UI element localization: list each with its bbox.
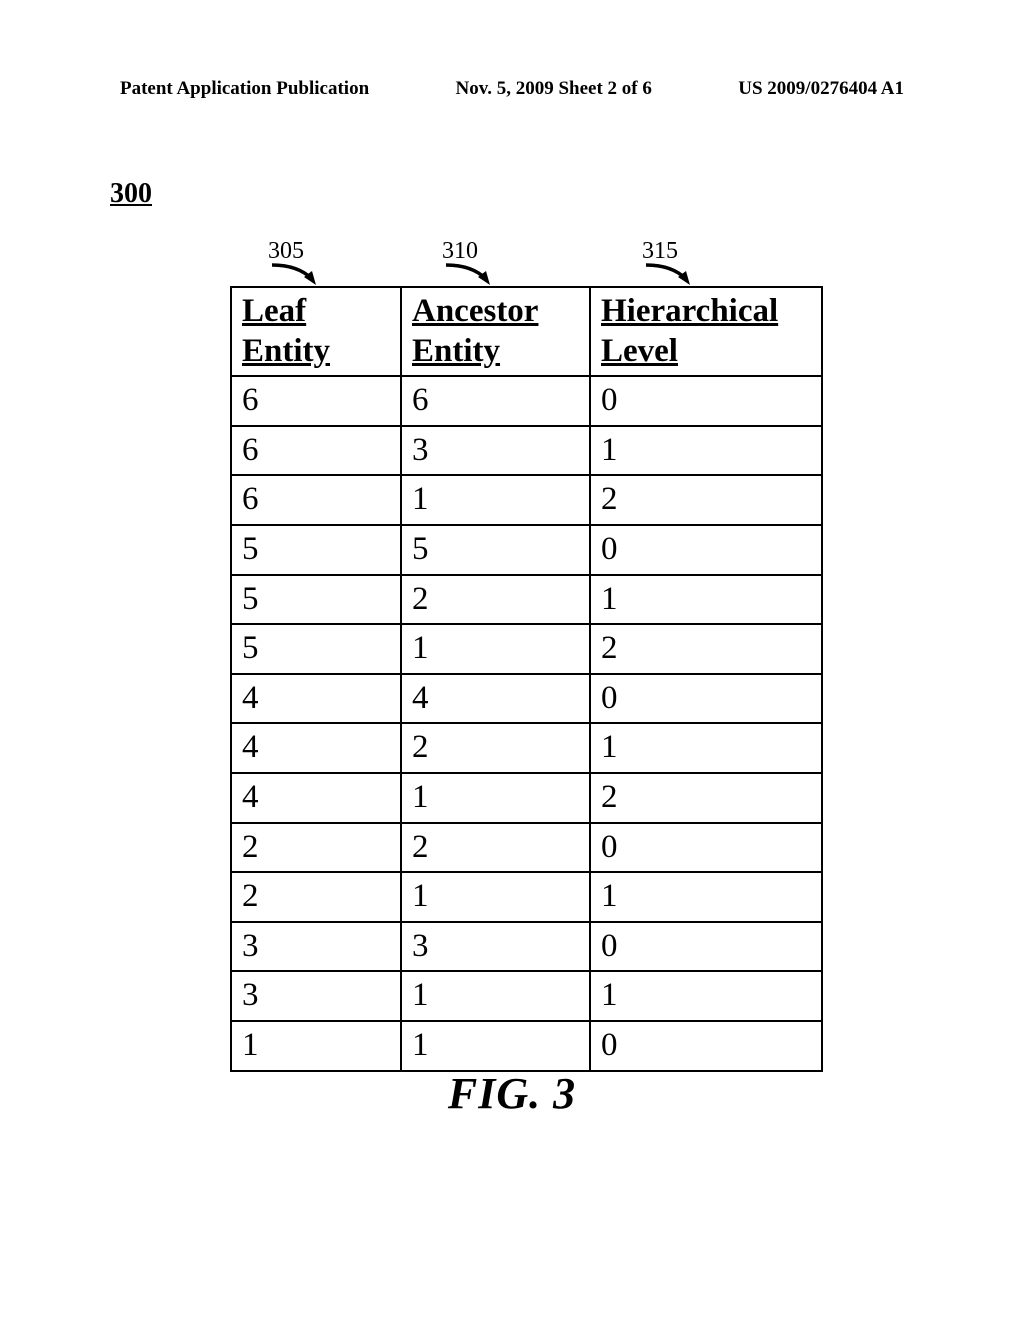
table-cell: 2	[590, 475, 822, 525]
table-row: 512	[231, 624, 822, 674]
table-cell: 3	[231, 922, 401, 972]
table-cell: 4	[231, 674, 401, 724]
header-center: Nov. 5, 2009 Sheet 2 of 6	[456, 78, 652, 100]
table-row: 631	[231, 426, 822, 476]
callout-305-label: 305	[268, 238, 304, 264]
table-row: 550	[231, 525, 822, 575]
table-cell: 3	[401, 426, 590, 476]
table-cell: 1	[590, 426, 822, 476]
table-row: 612	[231, 475, 822, 525]
table-cell: 2	[231, 823, 401, 873]
table-cell: 1	[590, 971, 822, 1021]
table-cell: 0	[590, 1021, 822, 1071]
callout-row: 305 310 315	[230, 238, 794, 286]
table-cell: 1	[590, 872, 822, 922]
table-header-row: Leaf Entity Ancestor Entity Hierarchical…	[231, 287, 822, 376]
table-row: 412	[231, 773, 822, 823]
table-cell: 1	[231, 1021, 401, 1071]
table-row: 211	[231, 872, 822, 922]
table-row: 330	[231, 922, 822, 972]
table-cell: 2	[401, 575, 590, 625]
table-cell: 0	[590, 823, 822, 873]
callout-310-label: 310	[442, 238, 478, 264]
table-cell: 4	[231, 773, 401, 823]
table-cell: 6	[231, 376, 401, 426]
callout-315: 315	[642, 238, 702, 289]
page-header: Patent Application Publication Nov. 5, 2…	[120, 78, 904, 100]
header-left: Patent Application Publication	[120, 78, 369, 100]
table-row: 521	[231, 575, 822, 625]
table-row: 440	[231, 674, 822, 724]
table-cell: 3	[401, 922, 590, 972]
table-cell: 5	[231, 624, 401, 674]
table-cell: 1	[401, 624, 590, 674]
table-cell: 6	[401, 376, 590, 426]
table-cell: 4	[231, 723, 401, 773]
header-right: US 2009/0276404 A1	[738, 78, 904, 100]
table-cell: 0	[590, 376, 822, 426]
figure-caption: FIG. 3	[0, 1068, 1024, 1119]
table-cell: 2	[401, 823, 590, 873]
data-table-wrap: Leaf Entity Ancestor Entity Hierarchical…	[230, 286, 823, 1072]
table-row: 311	[231, 971, 822, 1021]
table-row: 220	[231, 823, 822, 873]
table-cell: 2	[590, 773, 822, 823]
table-cell: 1	[401, 872, 590, 922]
table-cell: 2	[401, 723, 590, 773]
table-cell: 5	[231, 525, 401, 575]
table-cell: 1	[401, 773, 590, 823]
table-cell: 1	[401, 475, 590, 525]
table-cell: 0	[590, 922, 822, 972]
table-cell: 2	[231, 872, 401, 922]
table-cell: 1	[590, 575, 822, 625]
table-cell: 1	[401, 971, 590, 1021]
table-row: 110	[231, 1021, 822, 1071]
header-hierarchical-level: Hierarchical Level	[590, 287, 822, 376]
table-cell: 3	[231, 971, 401, 1021]
table-cell: 0	[590, 525, 822, 575]
table-row: 421	[231, 723, 822, 773]
table-cell: 5	[231, 575, 401, 625]
header-ancestor-entity: Ancestor Entity	[401, 287, 590, 376]
table-cell: 2	[590, 624, 822, 674]
table-cell: 1	[590, 723, 822, 773]
callout-305: 305	[268, 238, 328, 289]
table-cell: 6	[231, 426, 401, 476]
table-cell: 1	[401, 1021, 590, 1071]
table-body: 6606316125505215124404214122202113303111…	[231, 376, 822, 1070]
header-leaf-entity: Leaf Entity	[231, 287, 401, 376]
table-row: 660	[231, 376, 822, 426]
callout-310: 310	[442, 238, 502, 289]
table-cell: 0	[590, 674, 822, 724]
table-cell: 4	[401, 674, 590, 724]
callout-315-label: 315	[642, 238, 678, 264]
figure-reference-number: 300	[110, 178, 152, 210]
table-cell: 5	[401, 525, 590, 575]
data-table: Leaf Entity Ancestor Entity Hierarchical…	[230, 286, 823, 1072]
table-cell: 6	[231, 475, 401, 525]
